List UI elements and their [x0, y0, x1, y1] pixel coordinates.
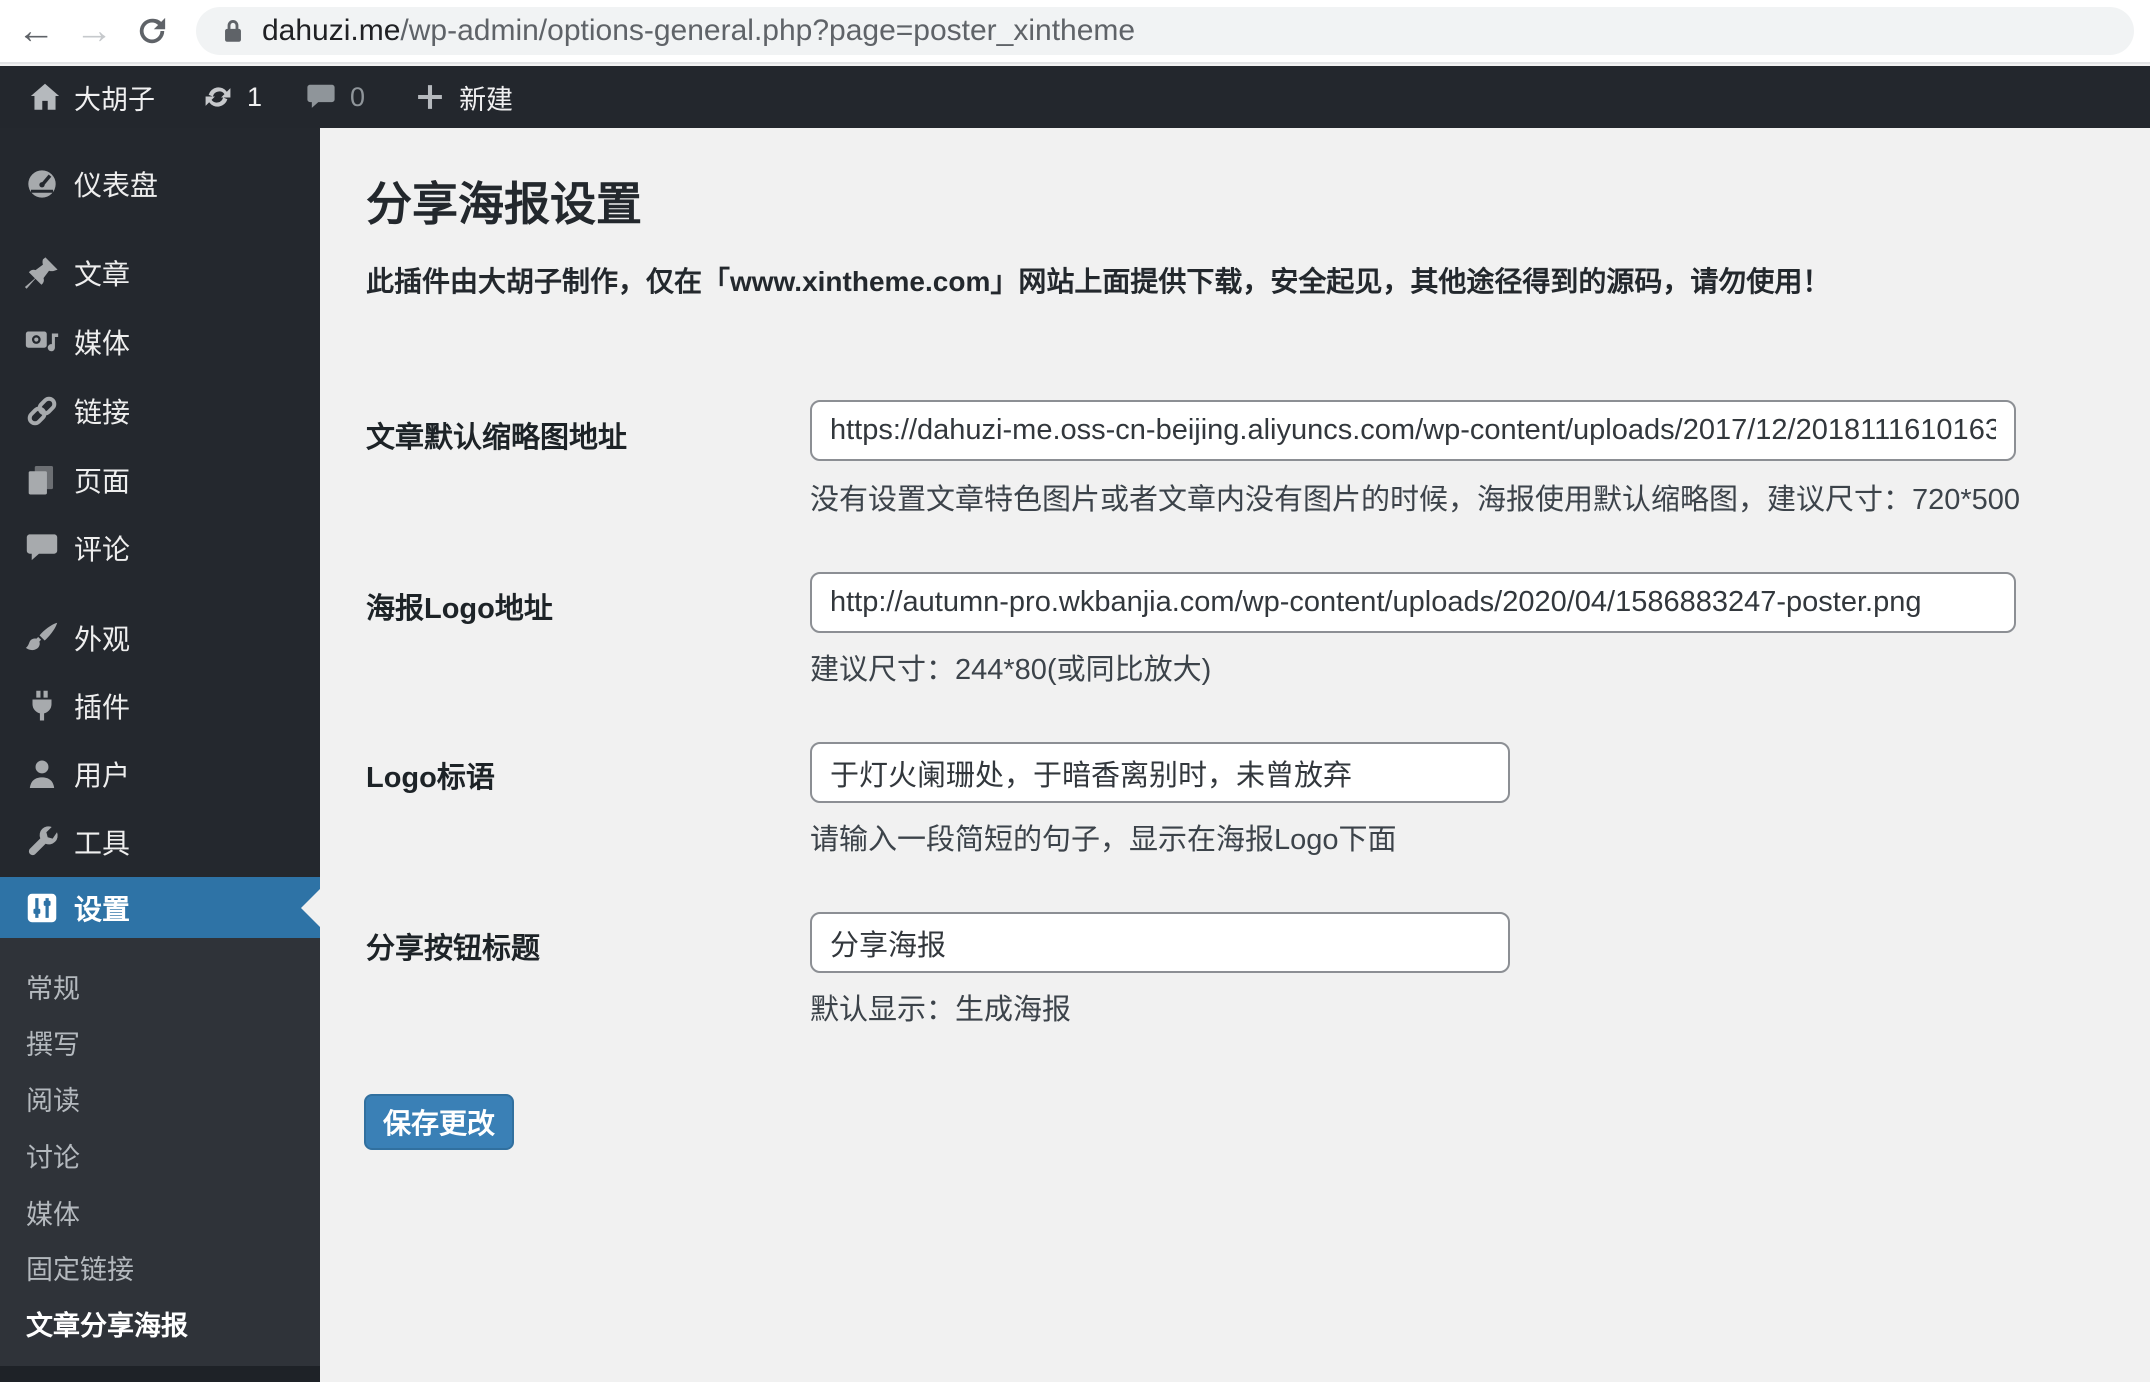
wp-admin-bar: 大胡子 1 0 新建	[0, 66, 2150, 128]
logo-url-input[interactable]	[810, 572, 2016, 633]
active-menu-arrow	[301, 888, 320, 927]
admin-bar-updates[interactable]: 1	[201, 66, 262, 128]
submenu-label: 文章分享海报	[26, 1310, 188, 1341]
sidebar-item-media[interactable]: 媒体	[0, 314, 320, 370]
save-button[interactable]: 保存更改	[364, 1094, 514, 1150]
back-icon[interactable]: ←	[14, 9, 58, 53]
sidebar-item-posts[interactable]: 文章	[0, 245, 320, 301]
field-label-share-button-title: 分享按钮标题	[366, 933, 541, 965]
comment-icon	[22, 528, 62, 568]
admin-bar-comments[interactable]: 0	[304, 66, 365, 128]
submenu-label: 讨论	[26, 1142, 80, 1173]
sidebar-item-label: 用户	[74, 760, 131, 791]
sidebar-item-settings[interactable]: 设置	[0, 877, 320, 938]
sidebar-item-label: 插件	[74, 692, 131, 723]
url-text: dahuzi.me/wp-admin/options-general.php?p…	[262, 14, 1135, 48]
submenu-label: 固定链接	[26, 1254, 134, 1285]
new-label: 新建	[459, 84, 514, 115]
submenu-item-poster[interactable]: 文章分享海报	[0, 1296, 320, 1350]
submenu-item-writing[interactable]: 撰写	[0, 1015, 320, 1069]
field-label-thumbnail-url: 文章默认缩略图地址	[366, 422, 628, 454]
plus-icon	[413, 80, 447, 114]
url-domain: dahuzi.me	[262, 14, 401, 47]
submenu-item-media[interactable]: 媒体	[0, 1185, 320, 1239]
submenu-label: 阅读	[26, 1085, 80, 1116]
help-text-logo: 建议尺寸：244*80(或同比放大)	[810, 654, 1212, 686]
plugin-notice: 此插件由大胡子制作，仅在「www.xintheme.com」网站上面提供下载，安…	[366, 266, 1831, 297]
pin-icon	[22, 253, 62, 293]
field-label-logo-slogan: Logo标语	[366, 762, 495, 794]
page: ← → dahuzi.me/wp-admin/options-general.p…	[0, 0, 2150, 1382]
sidebar-item-tools[interactable]: 工具	[0, 814, 320, 870]
sidebar-item-label: 媒体	[74, 328, 131, 359]
updates-icon	[201, 80, 235, 114]
browser-chrome: ← → dahuzi.me/wp-admin/options-general.p…	[0, 0, 2150, 64]
main-content: 分享海报设置 此插件由大胡子制作，仅在「www.xintheme.com」网站上…	[320, 128, 2150, 1382]
comment-icon	[304, 80, 338, 114]
submenu-item-discussion[interactable]: 讨论	[0, 1128, 320, 1182]
update-count: 1	[247, 81, 263, 112]
plugin-icon	[22, 686, 62, 726]
submenu-item-reading[interactable]: 阅读	[0, 1071, 320, 1125]
lock-icon[interactable]	[218, 16, 248, 46]
admin-bar-new[interactable]: 新建	[413, 66, 513, 128]
submenu-label: 撰写	[26, 1029, 80, 1060]
page-title: 分享海报设置	[366, 178, 642, 230]
address-bar[interactable]: dahuzi.me/wp-admin/options-general.php?p…	[196, 7, 2134, 55]
sidebar-item-label: 文章	[74, 259, 131, 290]
brush-icon	[22, 618, 62, 658]
home-icon	[28, 80, 62, 114]
media-icon	[22, 322, 62, 362]
wrench-icon	[22, 822, 62, 862]
sidebar-item-links[interactable]: 链接	[0, 383, 320, 439]
sidebar-bottom-strip	[0, 1366, 320, 1382]
sidebar-item-label: 评论	[74, 534, 131, 565]
sidebar-item-label: 设置	[74, 893, 131, 925]
settings-submenu: 常规 撰写 阅读 讨论 媒体 固定链接 文章分享海报	[0, 938, 320, 1366]
sidebar-item-pages[interactable]: 页面	[0, 452, 320, 508]
submenu-item-general[interactable]: 常规	[0, 959, 320, 1013]
dashboard-icon	[22, 164, 62, 204]
submenu-label: 常规	[26, 973, 80, 1004]
sidebar-item-plugins[interactable]: 插件	[0, 678, 320, 734]
forward-icon[interactable]: →	[72, 9, 116, 53]
admin-bar-site-link[interactable]: 大胡子	[28, 66, 155, 128]
refresh-icon-glyph	[139, 17, 166, 44]
submenu-item-permalinks[interactable]: 固定链接	[0, 1240, 320, 1294]
sidebar-item-label: 工具	[74, 828, 131, 859]
sidebar-item-comments[interactable]: 评论	[0, 520, 320, 576]
share-button-title-input[interactable]	[810, 912, 1510, 973]
user-icon	[22, 754, 62, 794]
help-text-thumbnail: 没有设置文章特色图片或者文章内没有图片的时候，海报使用默认缩略图，建议尺寸：72…	[810, 484, 2021, 516]
submenu-label: 媒体	[26, 1199, 80, 1230]
help-text-slogan: 请输入一段简短的句子，显示在海报Logo下面	[810, 824, 1397, 856]
link-icon	[22, 391, 62, 431]
sidebar-item-dashboard[interactable]: 仪表盘	[0, 156, 320, 212]
refresh-icon[interactable]	[130, 9, 174, 53]
sidebar-item-label: 外观	[74, 624, 131, 655]
help-text-share-button: 默认显示：生成海报	[810, 994, 1072, 1026]
sidebar-item-label: 页面	[74, 466, 131, 497]
sidebar-item-label: 链接	[74, 397, 131, 428]
pages-icon	[22, 460, 62, 500]
sidebar-item-label: 仪表盘	[74, 170, 159, 201]
sidebar-item-users[interactable]: 用户	[0, 746, 320, 802]
sidebar-item-appearance[interactable]: 外观	[0, 610, 320, 666]
field-label-logo-url: 海报Logo地址	[366, 593, 553, 625]
url-path: /wp-admin/options-general.php?page=poste…	[400, 14, 1136, 47]
thumbnail-url-input[interactable]	[810, 400, 2016, 461]
admin-sidebar: 仪表盘 文章 媒体 链接 页面 评论 外观 插件 用户 工具 设置 常规 撰写 …	[0, 128, 320, 1382]
comment-count: 0	[350, 81, 366, 112]
logo-slogan-input[interactable]	[810, 742, 1510, 803]
settings-sliders-icon	[22, 888, 62, 928]
site-name: 大胡子	[74, 84, 155, 115]
